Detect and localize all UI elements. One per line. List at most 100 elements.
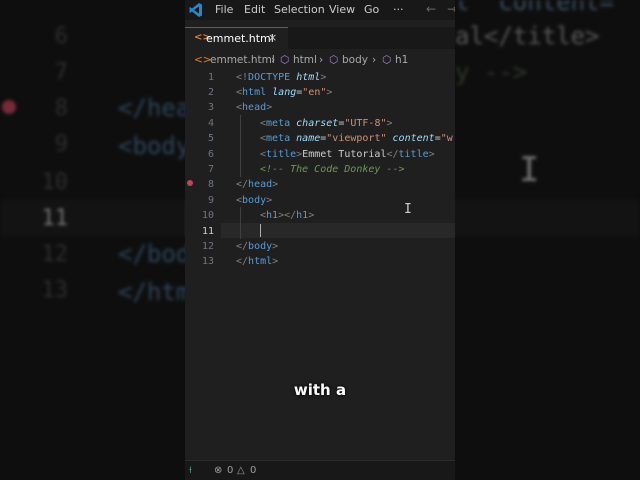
menu-file[interactable]: File bbox=[215, 3, 233, 16]
punct: </ bbox=[236, 179, 249, 190]
punct: > bbox=[386, 118, 393, 129]
punct: > bbox=[428, 149, 435, 160]
breadcrumb-file-icon: <> bbox=[194, 54, 212, 66]
line-number: 8 bbox=[207, 179, 214, 190]
line-number: 1 bbox=[207, 72, 214, 83]
warning-icon[interactable]: △ bbox=[237, 465, 245, 476]
punct: > bbox=[272, 179, 279, 190]
menu-go[interactable]: Go bbox=[364, 3, 379, 16]
editor-window: File Edit Selection View Go ··· ← → <> e… bbox=[185, 0, 455, 480]
warning-count[interactable]: 0 bbox=[250, 465, 256, 476]
punct: <! bbox=[236, 72, 249, 83]
attribute: content bbox=[392, 133, 435, 144]
string: "viewport" bbox=[326, 133, 387, 144]
line-number: 5 bbox=[207, 133, 214, 144]
attribute: charset bbox=[296, 118, 339, 129]
punct: > bbox=[320, 72, 327, 83]
string: "w bbox=[440, 133, 453, 144]
line-number-current: 11 bbox=[201, 226, 214, 237]
error-count[interactable]: 0 bbox=[227, 465, 233, 476]
punct: </ bbox=[386, 149, 399, 160]
punct: > bbox=[326, 87, 333, 98]
breadcrumb-item-body[interactable]: body bbox=[342, 54, 368, 66]
line-number: 10 bbox=[201, 210, 214, 221]
punct: > bbox=[272, 241, 279, 252]
remote-icon[interactable]: ⟊ bbox=[189, 465, 192, 476]
code-line-4: <meta charset="UTF-8"> bbox=[260, 118, 393, 129]
code-line-12: </body> bbox=[236, 241, 278, 252]
tag: head bbox=[248, 179, 273, 190]
tab-bar: <> emmet.html × bbox=[185, 27, 455, 49]
tag: title bbox=[398, 149, 429, 160]
text-content: Emmet Tutorial bbox=[302, 149, 387, 160]
element-icon: ⬡ bbox=[280, 54, 290, 66]
menu-edit[interactable]: Edit bbox=[244, 3, 265, 16]
line-number: 9 bbox=[207, 195, 214, 206]
tag: body bbox=[242, 195, 267, 206]
tag: html bbox=[248, 256, 273, 267]
code-line-9: <body> bbox=[236, 195, 272, 206]
breadcrumb-item-file[interactable]: emmet.html bbox=[210, 54, 275, 66]
punct: </ bbox=[236, 241, 249, 252]
element-icon: ⬡ bbox=[329, 54, 339, 66]
tag: title bbox=[266, 149, 297, 160]
code-line-8: </head> bbox=[236, 179, 278, 190]
nav-forward-icon[interactable]: → bbox=[447, 2, 455, 16]
punct: > bbox=[272, 256, 279, 267]
menu-view[interactable]: View bbox=[329, 3, 355, 16]
nav-back-icon[interactable]: ← bbox=[426, 2, 436, 16]
code-line-13: </html> bbox=[236, 256, 278, 267]
attribute: name bbox=[296, 133, 321, 144]
line-number: 3 bbox=[207, 102, 214, 113]
attribute: html bbox=[296, 72, 321, 83]
breadcrumb-item-h1[interactable]: h1 bbox=[395, 54, 408, 66]
code-line-6: <title>Emmet Tutorial</title> bbox=[260, 149, 435, 160]
punct: > bbox=[266, 195, 273, 206]
menu-more[interactable]: ··· bbox=[393, 3, 404, 16]
punct: > bbox=[266, 102, 273, 113]
tab-emmet-html[interactable]: <> emmet.html × bbox=[185, 27, 288, 49]
ibeam-cursor-icon: I bbox=[404, 202, 412, 217]
tab-label: emmet.html bbox=[206, 32, 274, 45]
code-line-10: <h1></h1> bbox=[260, 210, 314, 221]
code-line-5: <meta name="viewport" content="w bbox=[260, 133, 453, 144]
comment: <!-- The Code Donkey --> bbox=[260, 164, 405, 175]
status-bar: ⟊ ⊗ 0 △ 0 bbox=[185, 460, 455, 480]
line-number: 13 bbox=[201, 256, 214, 267]
line-number: 6 bbox=[207, 149, 214, 160]
tag: h1 bbox=[266, 210, 279, 221]
tag: h1 bbox=[296, 210, 309, 221]
punct: > bbox=[308, 210, 315, 221]
current-line-highlight bbox=[221, 223, 455, 238]
punct: ></ bbox=[278, 210, 297, 221]
code-editor[interactable]: 1 2 3 4 5 6 7 8 9 10 11 12 13 <!DOCTYPE … bbox=[185, 69, 455, 459]
menu-selection[interactable]: Selection bbox=[274, 3, 325, 16]
code-line-2: <html lang="en"> bbox=[236, 87, 332, 98]
error-icon[interactable]: ⊗ bbox=[214, 465, 222, 476]
video-caption: with a bbox=[293, 381, 347, 399]
tag: meta bbox=[266, 133, 291, 144]
string: "en" bbox=[302, 87, 327, 98]
line-number: 4 bbox=[207, 118, 214, 129]
code-line-3: <head> bbox=[236, 102, 272, 113]
element-icon: ⬡ bbox=[382, 54, 392, 66]
tag: DOCTYPE bbox=[248, 72, 291, 83]
breadcrumb-separator: › bbox=[319, 54, 324, 66]
breadcrumb-separator: › bbox=[271, 54, 276, 66]
string: "UTF-8" bbox=[344, 118, 387, 129]
title-bar: File Edit Selection View Go ··· ← → bbox=[185, 0, 455, 20]
breadcrumb-separator: › bbox=[372, 54, 377, 66]
line-number: 12 bbox=[201, 241, 214, 252]
attribute: lang bbox=[272, 87, 297, 98]
tab-close-icon[interactable]: × bbox=[268, 31, 277, 44]
indent-guide bbox=[240, 207, 241, 239]
breadcrumb-item-html[interactable]: html bbox=[293, 54, 317, 66]
tag: meta bbox=[266, 118, 291, 129]
code-line-7: <!-- The Code Donkey --> bbox=[260, 164, 405, 175]
tag: head bbox=[242, 102, 267, 113]
breadcrumb: <> emmet.html › ⬡ html › ⬡ body › ⬡ h1 bbox=[185, 54, 455, 68]
code-line-1: <!DOCTYPE html> bbox=[236, 72, 326, 83]
tag: body bbox=[248, 241, 273, 252]
line-number: 2 bbox=[207, 87, 214, 98]
text-caret bbox=[260, 224, 261, 237]
